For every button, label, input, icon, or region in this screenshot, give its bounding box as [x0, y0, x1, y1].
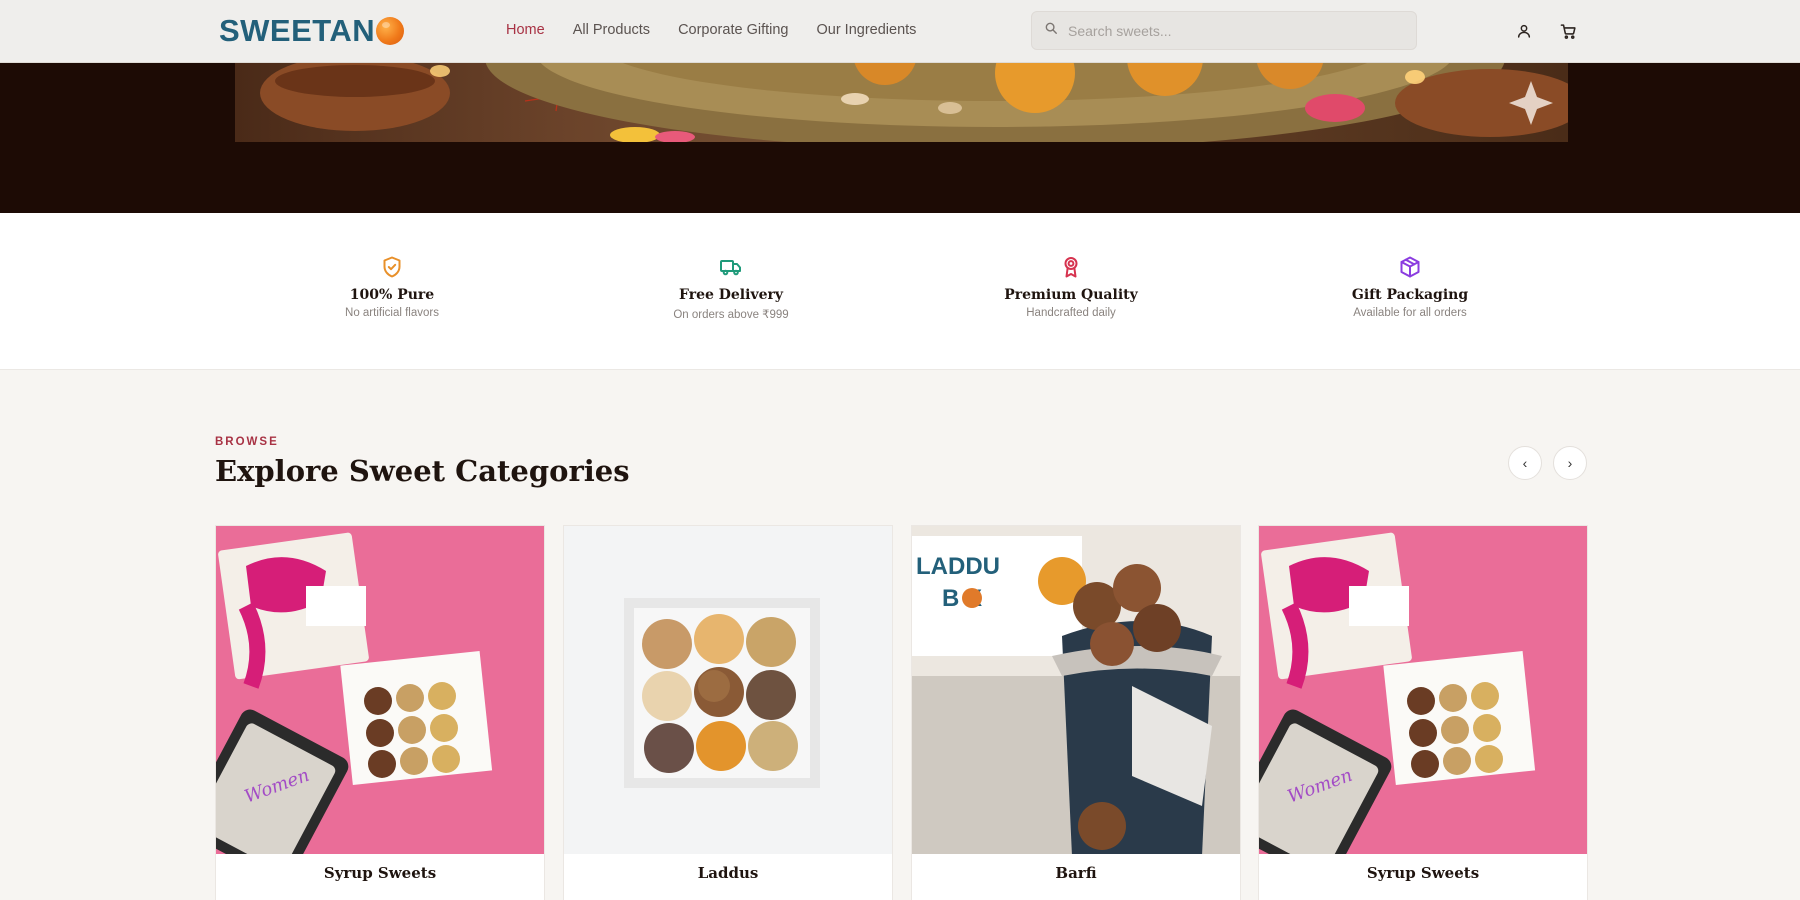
site-header: SWEETAN Home All Products Corporate Gift…: [0, 0, 1800, 63]
cart-icon[interactable]: [1557, 20, 1579, 42]
feature-subtitle: No artificial flavors: [345, 307, 439, 319]
nav-corporate-gifting[interactable]: Corporate Gifting: [678, 22, 788, 38]
truck-icon: [717, 253, 745, 281]
section-eyebrow: BROWSE: [215, 436, 279, 448]
carousel-next-button[interactable]: ›: [1553, 446, 1587, 480]
feature-title: Free Delivery: [679, 287, 783, 303]
category-card-syrup-sweets-2[interactable]: Women Syrup Sweets: [1258, 525, 1588, 900]
feature-delivery: Free Delivery On orders above ₹999: [611, 253, 851, 321]
feature-title: 100% Pure: [349, 287, 435, 303]
category-image: Women: [216, 526, 544, 854]
chevron-right-icon: ›: [1567, 455, 1573, 471]
svg-text:LADDU: LADDU: [916, 553, 1000, 580]
logo-orange-icon: [376, 17, 405, 45]
category-label: Syrup Sweets: [323, 864, 437, 882]
search-input[interactable]: [1068, 22, 1398, 39]
chevron-left-icon: ‹: [1522, 455, 1528, 471]
category-label: Barfi: [1055, 864, 1097, 882]
feature-subtitle: On orders above ₹999: [673, 309, 789, 321]
category-image: [564, 526, 892, 854]
shield-check-icon: [378, 253, 406, 281]
feature-pure: 100% Pure No artificial flavors: [272, 253, 512, 319]
nav-all-products[interactable]: All Products: [573, 22, 650, 38]
hero-banner: [0, 63, 1800, 213]
feature-subtitle: Handcrafted daily: [1026, 307, 1116, 319]
category-image: Women: [1259, 526, 1587, 854]
feature-gift-packaging: Gift Packaging Available for all orders: [1290, 253, 1530, 319]
gift-box-icon: [1396, 253, 1424, 281]
nav-home[interactable]: Home: [506, 22, 545, 38]
section-title: Explore Sweet Categories: [215, 454, 630, 488]
category-card-barfi[interactable]: LADDU B X Barfi: [911, 525, 1241, 900]
award-icon: [1057, 253, 1085, 281]
category-card-laddus[interactable]: Laddus: [563, 525, 893, 900]
category-label: Laddus: [697, 864, 759, 882]
category-image: LADDU B X: [912, 526, 1240, 854]
logo[interactable]: SWEETAN: [219, 13, 405, 49]
feature-subtitle: Available for all orders: [1353, 307, 1467, 319]
hero-image: [235, 63, 1568, 142]
category-label: Syrup Sweets: [1366, 864, 1480, 882]
feature-quality: Premium Quality Handcrafted daily: [951, 253, 1191, 319]
nav-our-ingredients[interactable]: Our Ingredients: [816, 22, 916, 38]
features-strip: 100% Pure No artificial flavors Free Del…: [0, 213, 1800, 370]
category-card-syrup-sweets[interactable]: Women Syrup Sweets: [215, 525, 545, 900]
logo-text: SWEETAN: [219, 13, 376, 48]
feature-title: Premium Quality: [1004, 287, 1138, 303]
feature-title: Gift Packaging: [1351, 287, 1469, 303]
user-icon[interactable]: [1513, 20, 1535, 42]
main-nav: Home All Products Corporate Gifting Our …: [506, 22, 944, 38]
carousel-prev-button[interactable]: ‹: [1508, 446, 1542, 480]
search-icon: [1044, 21, 1058, 40]
search-box: [1031, 11, 1417, 50]
